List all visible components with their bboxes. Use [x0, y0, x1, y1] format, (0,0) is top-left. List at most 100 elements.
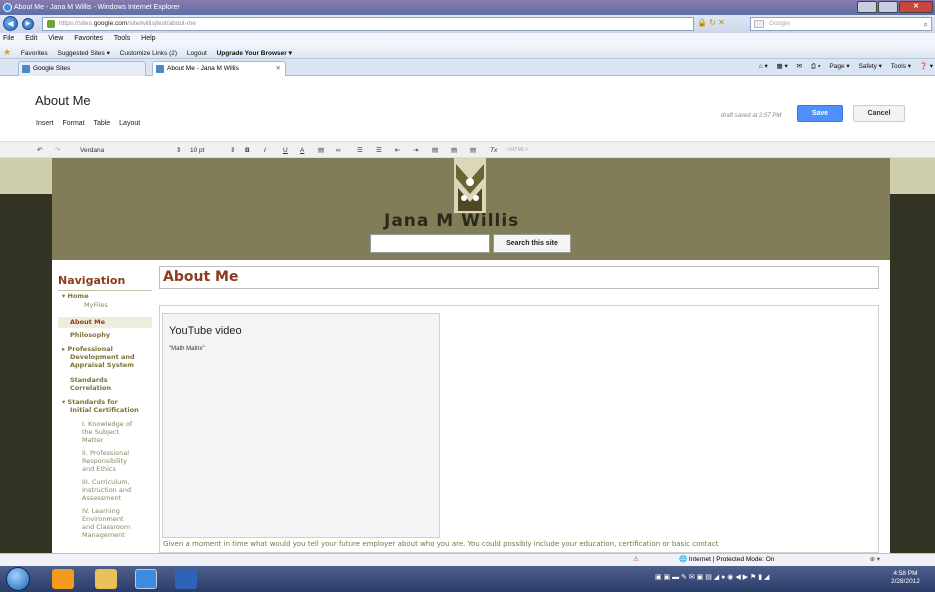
nav-item[interactable]: Philosophy	[70, 331, 110, 339]
nav-item[interactable]: Standards	[70, 376, 108, 384]
nav-item[interactable]: Appraisal System	[70, 361, 134, 369]
explorer-taskbar-icon[interactable]	[95, 569, 117, 589]
ie-taskbar-icon[interactable]	[135, 569, 157, 589]
navigation-title: Navigation	[58, 274, 126, 287]
outlook-taskbar-icon[interactable]	[52, 569, 74, 589]
redo-icon[interactable]: ↷	[55, 143, 60, 158]
nav-item[interactable]: ▸ Professional	[62, 345, 113, 353]
cmd-safety-menu[interactable]: Safety ▾	[858, 63, 882, 70]
font-select[interactable]: Verdana	[80, 143, 104, 158]
fav-link-suggested-sites[interactable]: Suggested Sites ▾	[57, 50, 109, 57]
nav-item[interactable]: About Me	[70, 318, 105, 326]
bold-icon[interactable]: B	[245, 143, 250, 158]
cancel-button[interactable]: Cancel	[853, 105, 905, 122]
maximize-button[interactable]	[878, 1, 898, 13]
link-icon[interactable]: ∞	[336, 143, 341, 158]
nav-item[interactable]: ▾ Standards for	[62, 398, 118, 406]
undo-icon[interactable]: ↶	[37, 143, 42, 158]
html-button[interactable]: <HTML>	[507, 143, 528, 158]
content-body-text[interactable]: Given a moment in time what would you te…	[163, 540, 883, 548]
bullet-list-icon[interactable]: ☰	[376, 143, 382, 158]
fav-link-upgrade-browser[interactable]: Upgrade Your Browser ▾	[217, 50, 292, 57]
nav-item[interactable]: Instruction and	[82, 486, 131, 494]
fav-link-logout[interactable]: Logout	[187, 50, 207, 57]
align-center-icon[interactable]: ▤	[451, 143, 457, 158]
align-left-icon[interactable]: ▤	[432, 143, 438, 158]
back-button[interactable]: ◀	[3, 16, 18, 31]
search-placeholder: Google	[769, 20, 790, 27]
site-search-input[interactable]	[370, 234, 490, 253]
nav-item[interactable]: Environment	[82, 515, 124, 523]
nav-item[interactable]: Correlation	[70, 384, 111, 392]
nav-item[interactable]: I. Knowledge of	[82, 420, 132, 428]
close-button[interactable]: ✕	[899, 1, 933, 13]
menu-tools[interactable]: Tools	[114, 35, 130, 42]
nav-item[interactable]: Matter	[82, 436, 103, 444]
home-icon[interactable]: ⌂ ▾	[759, 63, 768, 70]
close-tab-icon[interactable]: ✕	[276, 62, 281, 75]
nav-item[interactable]: III. Curriculum,	[82, 478, 130, 486]
nav-item[interactable]: Management	[82, 531, 125, 539]
search-input[interactable]: Google ⌕	[750, 17, 932, 31]
start-button[interactable]	[6, 567, 30, 591]
forward-button[interactable]: ▶	[22, 18, 34, 30]
zoom-control[interactable]: ⊕ ▾	[869, 554, 880, 566]
editor-page-title[interactable]: About Me	[35, 93, 91, 108]
nav-item[interactable]: II. Professional	[82, 449, 129, 457]
menu-file[interactable]: File	[3, 35, 14, 42]
minimize-button[interactable]	[857, 1, 877, 13]
menu-help[interactable]: Help	[141, 35, 155, 42]
text-color-icon[interactable]: A	[300, 143, 304, 158]
site-search-button[interactable]: Search this site	[493, 234, 571, 253]
nav-item[interactable]: and Classroom	[82, 523, 130, 531]
tab-about-me[interactable]: About Me - Jana M Willis ✕	[152, 61, 286, 76]
editor-menu-table[interactable]: Table	[93, 120, 110, 127]
nav-item[interactable]: Initial Certification	[70, 406, 139, 414]
italic-icon[interactable]: I	[264, 143, 266, 158]
print-icon[interactable]: ⎙ ▾	[811, 63, 821, 70]
nav-item[interactable]: and Ethics	[82, 465, 116, 473]
nav-item[interactable]: IV. Learning	[82, 507, 120, 515]
nav-item[interactable]: Development and	[70, 353, 135, 361]
nav-item[interactable]: MyFiles	[84, 301, 108, 309]
cmd-tools-menu[interactable]: Tools ▾	[891, 63, 911, 70]
numbered-list-icon[interactable]: ☰	[357, 143, 363, 158]
outdent-icon[interactable]: ⇤	[395, 143, 400, 158]
word-taskbar-icon[interactable]	[175, 569, 197, 589]
content-title[interactable]: About Me	[163, 269, 238, 285]
favorites-star-icon[interactable]: ★	[3, 47, 11, 57]
nav-item[interactable]: Assessment	[82, 494, 121, 502]
editor-menu-insert[interactable]: Insert	[36, 120, 54, 127]
save-button[interactable]: Save	[797, 105, 843, 122]
clock[interactable]: 4:58 PM 2/28/2012	[891, 570, 920, 586]
editor-menu-format[interactable]: Format	[62, 120, 84, 127]
nav-item[interactable]: Responsibility	[82, 457, 127, 465]
indent-icon[interactable]: ⇥	[413, 143, 418, 158]
feeds-icon[interactable]: ▦ ▾	[777, 63, 788, 70]
size-dropdown-icon[interactable]: ⇕	[230, 143, 235, 158]
font-dropdown-icon[interactable]: ⇕	[176, 143, 181, 158]
site-name[interactable]: Jana M Willis	[384, 211, 519, 231]
clear-format-icon[interactable]: Tx	[490, 143, 497, 158]
address-input[interactable]: https://sites.google.com/site/willisjtes…	[42, 17, 694, 31]
help-icon[interactable]: ❓ ▾	[920, 63, 933, 70]
tab-google-sites[interactable]: Google Sites	[18, 61, 146, 76]
underline-icon[interactable]: U	[283, 143, 288, 158]
nav-item[interactable]: the Subject	[82, 428, 119, 436]
menu-view[interactable]: View	[48, 35, 63, 42]
size-select[interactable]: 10 pt	[190, 143, 204, 158]
cmd-page-menu[interactable]: Page ▾	[829, 63, 849, 70]
highlight-icon[interactable]: ▤	[318, 143, 324, 158]
favorites-button[interactable]: Favorites	[21, 50, 48, 57]
nav-item[interactable]: ▾ Home	[62, 292, 89, 300]
menu-favorites[interactable]: Favorites	[74, 35, 103, 42]
search-icon[interactable]: ⌕	[924, 19, 928, 31]
mail-icon[interactable]: ✉	[797, 63, 802, 70]
security-lock-icon[interactable]: 🔒 ↻ ✕	[697, 18, 725, 27]
fav-link-customize-links[interactable]: Customize Links (2)	[120, 50, 177, 57]
security-zone[interactable]: 🌐 Internet | Protected Mode: On	[679, 554, 774, 566]
system-tray-icons[interactable]: ▣ ▣ ▬ ✎ ✉ ▣ ▤ ◢ ● ◉ ◀ ▶ ⚑ ▮ ◢	[655, 573, 769, 581]
align-right-icon[interactable]: ▤	[470, 143, 476, 158]
menu-edit[interactable]: Edit	[25, 35, 37, 42]
editor-menu-layout[interactable]: Layout	[119, 120, 140, 127]
